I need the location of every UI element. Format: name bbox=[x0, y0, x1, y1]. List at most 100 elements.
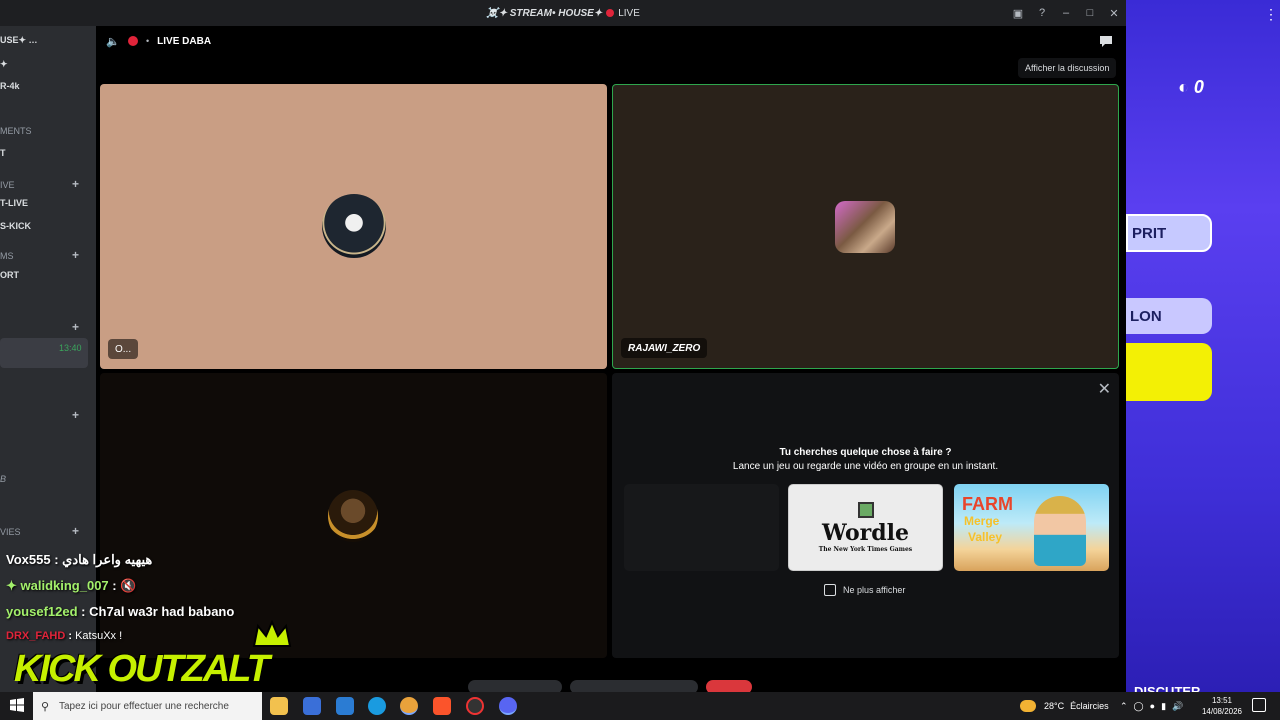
chevron-up-icon[interactable]: ⌃ bbox=[1120, 701, 1128, 712]
add-channel-icon[interactable]: + bbox=[72, 408, 79, 422]
chat-message: ✦ walidking_007 : 🔇 bbox=[6, 578, 137, 593]
activity-question: Tu cherches quelque chose à faire ? bbox=[779, 447, 952, 458]
category-vies[interactable]: VIES bbox=[0, 527, 21, 537]
participant-name: RAJAWI_ZERO bbox=[621, 338, 708, 358]
character-illustration bbox=[1034, 496, 1086, 566]
background-app: ⋮ ◐ 0 PRIT LON DISCUTER bbox=[1126, 0, 1280, 699]
activity-card-placeholder[interactable] bbox=[624, 484, 779, 571]
obs-icon[interactable] bbox=[466, 697, 484, 715]
add-channel-icon[interactable]: + bbox=[72, 524, 79, 538]
discord-icon[interactable] bbox=[499, 697, 517, 715]
bg-pill-label-1: PRIT bbox=[1132, 224, 1167, 242]
chat-username: yousef12ed bbox=[6, 604, 78, 619]
chat-message: yousef12ed : Ch7al wa3r had babano bbox=[6, 604, 235, 619]
window-title-text: ☠️✦ STREAM• HOUSE✦ bbox=[486, 7, 603, 19]
participant-avatar bbox=[835, 201, 895, 253]
participant-tile[interactable]: O... bbox=[100, 84, 607, 369]
sidebar-item-t-live[interactable]: T-LIVE bbox=[0, 198, 28, 208]
battery-icon[interactable]: ▮ bbox=[1161, 701, 1166, 712]
do-not-show-again[interactable]: Ne plus afficher bbox=[824, 584, 905, 596]
chat-tooltip: Afficher la discussion bbox=[1018, 58, 1117, 78]
help-icon[interactable]: ? bbox=[1030, 7, 1054, 19]
points-counter: ◐ 0 bbox=[1178, 77, 1204, 97]
do-not-show-label: Ne plus afficher bbox=[843, 585, 906, 595]
close-icon[interactable]: ✕ bbox=[1102, 7, 1126, 20]
weather-desc: Éclaircies bbox=[1070, 701, 1109, 711]
taskbar-search[interactable]: ⚲ Tapez ici pour effectuer une recherche bbox=[33, 692, 262, 720]
file-explorer-icon[interactable] bbox=[270, 697, 288, 715]
mic-icon[interactable]: ● bbox=[1150, 701, 1155, 711]
participant-tile-speaking[interactable]: RAJAWI_ZERO bbox=[612, 84, 1119, 369]
title-bar: ☠️✦ STREAM• HOUSE✦ LIVE ▣ ? – □ ✕ bbox=[0, 0, 1126, 26]
mail-icon[interactable] bbox=[336, 697, 354, 715]
category-ms[interactable]: MS bbox=[0, 251, 14, 261]
windows-start-icon[interactable] bbox=[10, 698, 24, 712]
category-live[interactable]: IVE bbox=[0, 180, 15, 190]
bg-pill-label-2: LON bbox=[1130, 307, 1162, 325]
server-name[interactable]: USE✦ … bbox=[0, 35, 38, 46]
minimize-icon[interactable]: – bbox=[1054, 7, 1078, 19]
sidebar-item-4[interactable]: T bbox=[0, 148, 6, 158]
channel-timestamp: 13:40 bbox=[59, 343, 82, 353]
close-icon[interactable]: ✕ bbox=[1098, 379, 1111, 399]
inbox-icon[interactable]: ▣ bbox=[1006, 7, 1030, 20]
search-icon: ⚲ bbox=[41, 700, 50, 713]
weather-widget[interactable]: 28°C Éclaircies bbox=[1020, 692, 1109, 720]
bg-pill-button-2[interactable]: LON bbox=[1126, 298, 1212, 334]
brave-icon[interactable] bbox=[433, 697, 451, 715]
add-channel-icon[interactable]: + bbox=[72, 320, 79, 334]
chat-text: Ch7al wa3r had babano bbox=[89, 604, 235, 619]
volume-icon[interactable]: 🔈 bbox=[106, 35, 120, 48]
sidebar-item-1[interactable]: ✦ bbox=[0, 59, 8, 70]
participant-avatar bbox=[322, 194, 386, 258]
more-icon: ⋮ bbox=[1264, 6, 1278, 22]
participant-name: O... bbox=[108, 339, 139, 359]
windows-taskbar: ⚲ Tapez ici pour effectuer une recherche… bbox=[0, 692, 1280, 720]
activity-card-farm-merge-valley[interactable]: FARM Merge Valley bbox=[954, 484, 1109, 571]
separator-dot: • bbox=[146, 36, 150, 46]
store-icon[interactable] bbox=[303, 697, 321, 715]
weather-temp: 28°C bbox=[1044, 701, 1065, 711]
sidebar-item-2[interactable]: R-4k bbox=[0, 81, 20, 91]
farm-title-line2: Merge bbox=[964, 514, 1000, 528]
chat-message: Vox555 : هيهيه واعرا هادي bbox=[6, 552, 153, 567]
farm-title-line1: FARM bbox=[962, 494, 1013, 514]
call-header: 🔈 • LIVE DABA bbox=[96, 26, 1126, 56]
maximize-icon[interactable]: □ bbox=[1078, 7, 1102, 19]
category-events[interactable]: MENTS bbox=[0, 126, 32, 136]
chat-username: Vox555 bbox=[6, 552, 51, 567]
network-icon[interactable]: ◯ bbox=[1134, 701, 1144, 712]
sidebar-item-ort[interactable]: ORT bbox=[0, 270, 19, 280]
screen: ⋮ ◐ 0 PRIT LON DISCUTER ☠️✦ STREAM• HOUS… bbox=[0, 0, 1280, 720]
weather-icon bbox=[1020, 700, 1036, 712]
chrome-icon[interactable] bbox=[400, 697, 418, 715]
live-dot-icon bbox=[606, 9, 615, 17]
bg-pill-button-1[interactable]: PRIT bbox=[1126, 214, 1212, 252]
clock-time: 13:51 bbox=[1211, 696, 1233, 705]
system-tray: ⌃ ◯ ● ▮ 🔊 bbox=[1120, 692, 1183, 720]
wordle-title: Wordle bbox=[822, 520, 909, 546]
kick-logo-text: KICK OUTZALT bbox=[14, 648, 270, 690]
activity-card-wordle[interactable]: Wordle The New York Times Games bbox=[788, 484, 943, 571]
recording-dot-icon bbox=[128, 36, 138, 46]
checkbox[interactable] bbox=[824, 584, 836, 596]
farm-title-line3: Valley bbox=[968, 530, 1003, 544]
sidebar-item-b[interactable]: B bbox=[0, 474, 6, 484]
taskbar-clock[interactable]: 13:51 14/08/2026 bbox=[1198, 695, 1246, 717]
show-chat-icon[interactable] bbox=[1098, 34, 1114, 48]
participant-avatar bbox=[328, 490, 378, 542]
voice-channel-name: LIVE DABA bbox=[157, 35, 212, 47]
notification-icon[interactable] bbox=[1252, 698, 1266, 712]
add-channel-icon[interactable]: + bbox=[72, 177, 79, 191]
speaker-icon[interactable]: 🔊 bbox=[1172, 701, 1183, 712]
add-channel-icon[interactable]: + bbox=[72, 248, 79, 262]
activity-suggestion-panel: ✕ Tu cherches quelque chose à faire ? La… bbox=[612, 373, 1119, 658]
search-placeholder: Tapez ici pour effectuer une recherche bbox=[59, 700, 229, 712]
points-value: 0 bbox=[1193, 77, 1204, 97]
window-controls: ▣ ? – □ ✕ bbox=[1006, 0, 1126, 26]
clock-date: 14/08/2026 bbox=[1201, 707, 1243, 716]
bg-pill-button-3[interactable] bbox=[1126, 343, 1212, 401]
sidebar-item-s-kick[interactable]: S-KICK bbox=[0, 221, 31, 231]
chat-text: هيهيه واعرا هادي bbox=[62, 552, 153, 567]
edge-icon[interactable] bbox=[368, 697, 386, 715]
